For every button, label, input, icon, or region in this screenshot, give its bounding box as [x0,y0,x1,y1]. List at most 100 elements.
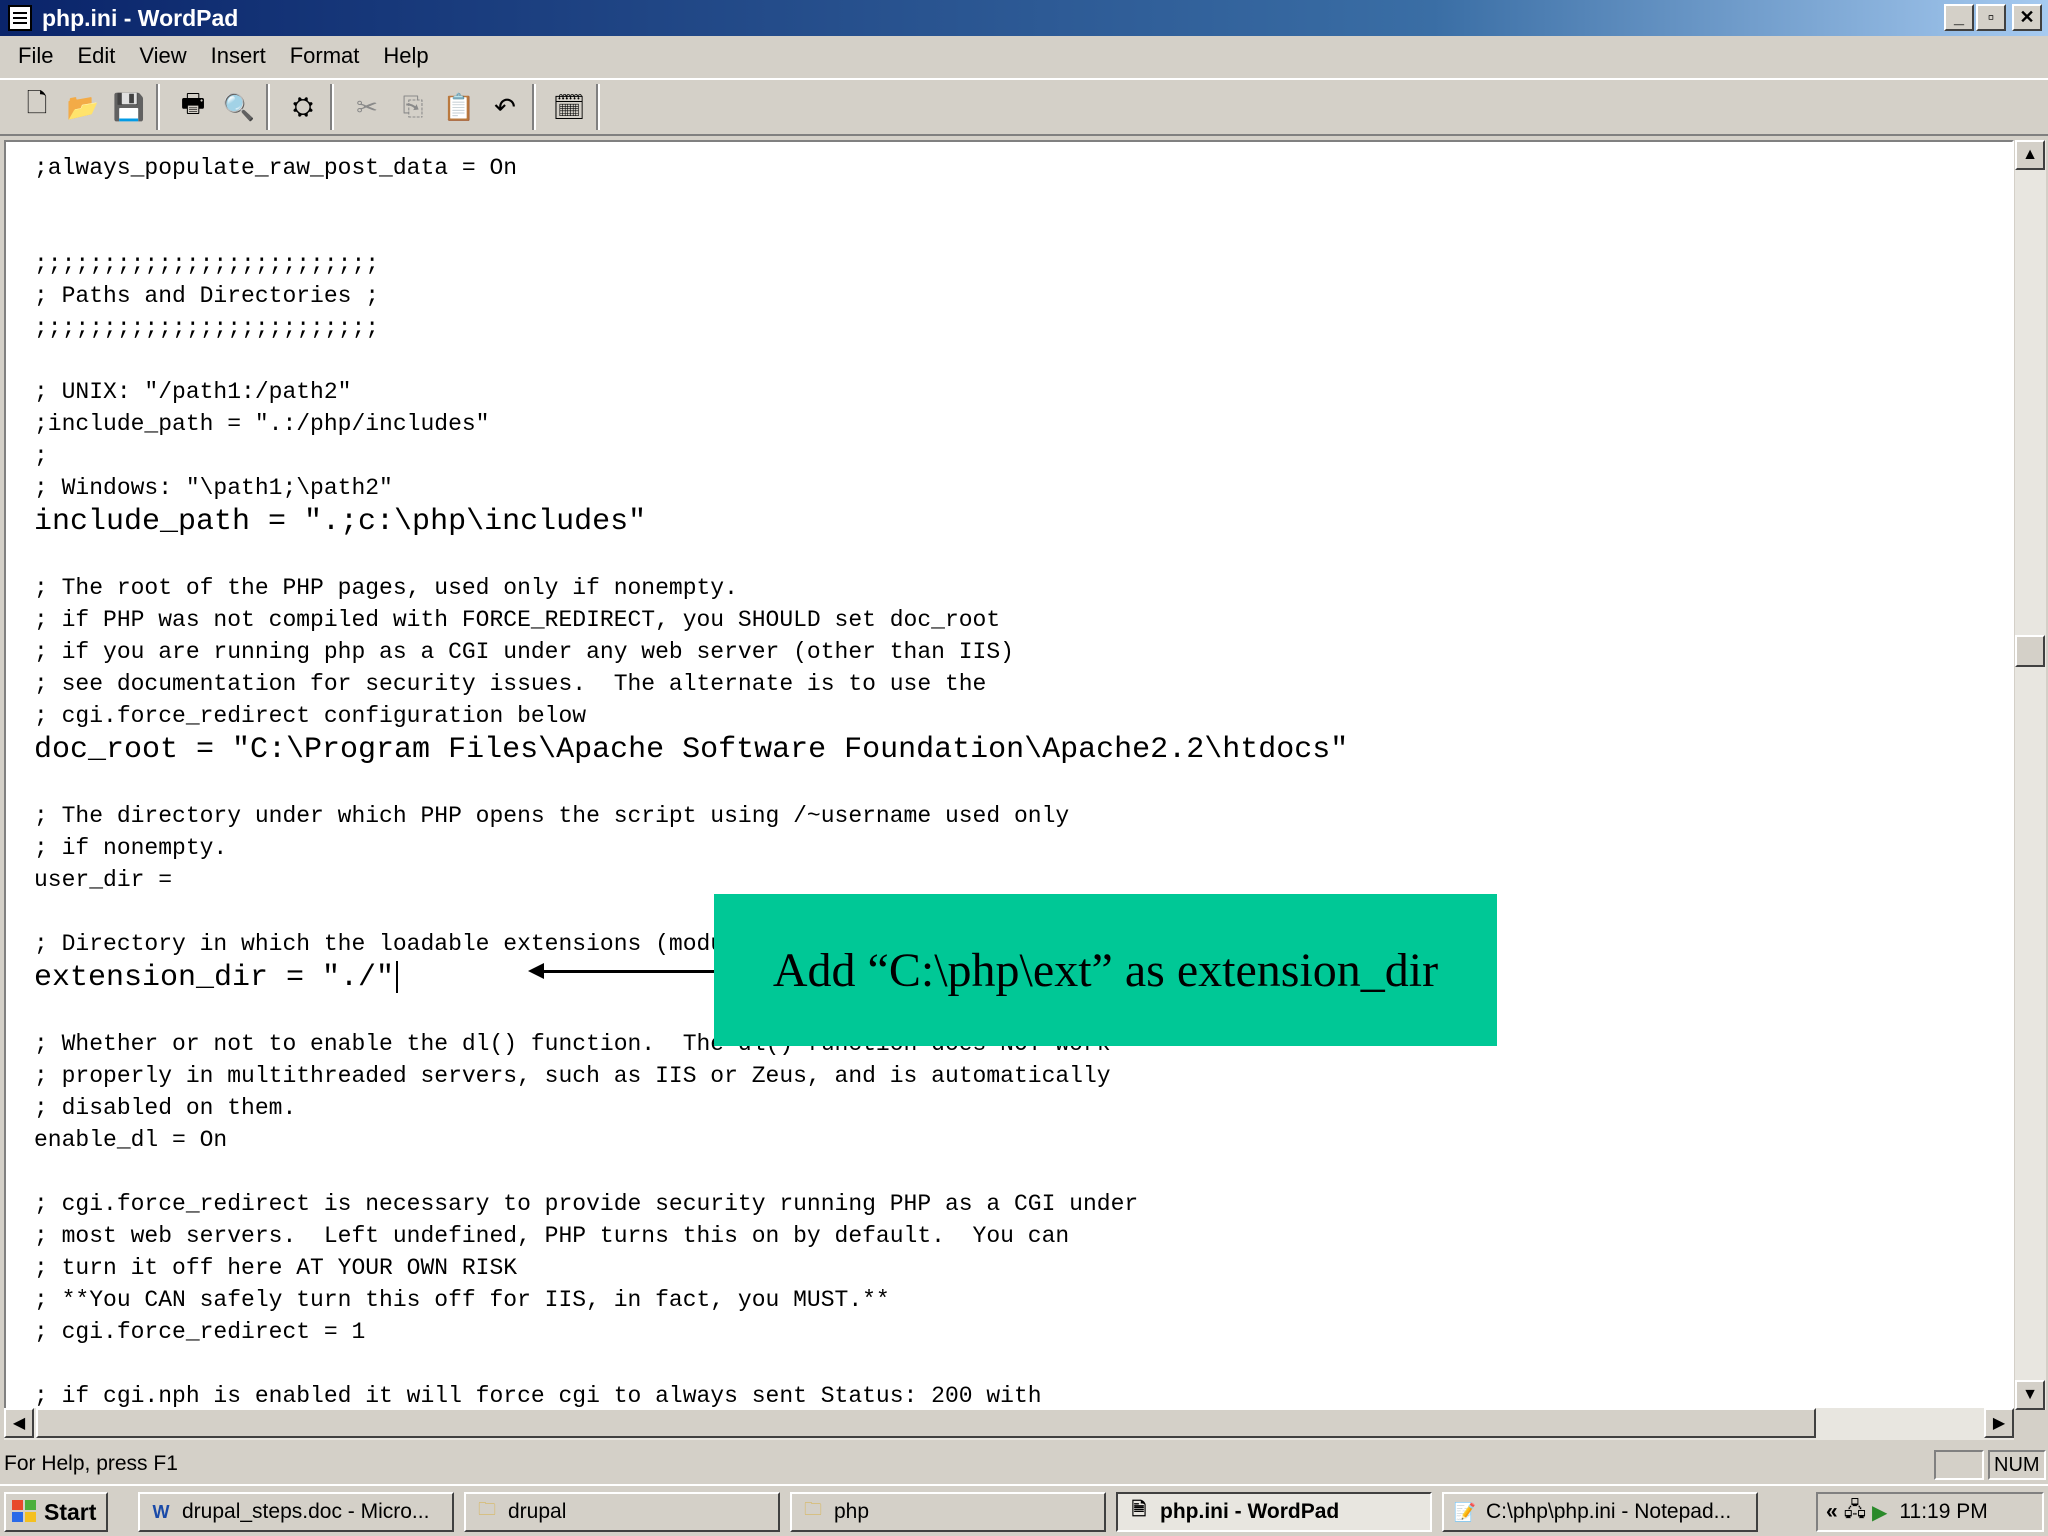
document-area[interactable]: ;always_populate_raw_post_data = On;;;;;… [4,140,2014,1410]
document-line: ; disabled on them. [34,1095,297,1121]
save-icon: 💾 [112,91,146,122]
wordpad-icon [8,5,32,31]
task-notepad[interactable]: 📝 C:\php\php.ini - Notepad... [1442,1492,1758,1532]
horizontal-scrollbar[interactable]: ◀ ▶ [4,1408,2014,1440]
system-tray: « 🖧 ▶ 11:19 PM [1816,1492,2044,1532]
task-wordpad[interactable]: 🗎 php.ini - WordPad [1116,1492,1432,1532]
date-time-icon: 🗓 [552,91,586,122]
arrow-down-icon: ▼ [2022,1386,2038,1403]
find-button[interactable]: ⛭ [280,85,326,129]
media-icon[interactable]: ▶ [1872,1500,1887,1525]
menu-insert[interactable]: Insert [199,41,278,71]
task-php-folder[interactable]: 🗀 php [790,1492,1106,1532]
document-line: ; Paths and Directories ; [34,283,380,309]
text-caret [396,961,399,994]
windows-flag-icon [12,1500,38,1524]
paste-icon: 📋 [442,91,476,122]
clock: 11:19 PM [1899,1500,1988,1523]
scroll-down-button[interactable]: ▼ [2015,1380,2045,1410]
arrow-right-icon: ▶ [1992,1415,2006,1432]
menu-edit[interactable]: Edit [65,41,127,71]
task-label: drupal [508,1500,567,1523]
status-message: For Help, press F1 [4,1452,178,1475]
title-bar[interactable]: php.ini - WordPad _ ▫ ✕ [0,0,2048,36]
document-text[interactable]: ;always_populate_raw_post_data = On;;;;;… [34,152,2004,1408]
document-line: user_dir = [34,867,173,893]
minimize-icon: _ [1953,7,1964,27]
document-line: ; cgi.force_redirect = 1 [34,1319,366,1345]
wordpad-icon: 🗎 [1131,1499,1147,1519]
new-icon: 🗋 [26,88,48,118]
undo-button[interactable]: ↶ [482,85,528,129]
network-icon[interactable]: 🖧 [1844,1495,1866,1529]
scroll-left-button[interactable]: ◀ [4,1408,34,1438]
horizontal-scroll-thumb[interactable] [36,1408,1816,1438]
vertical-scrollbar[interactable]: ▲ ▼ [2014,140,2046,1410]
task-drupal-folder[interactable]: 🗀 drupal [464,1492,780,1532]
document-line: ; The directory under which PHP opens th… [34,803,1070,829]
document-line: ;include_path = ".:/php/includes" [34,411,490,437]
print-preview-icon: 🔍 [222,91,256,122]
new-button[interactable]: 🗋 [14,85,60,129]
paste-button[interactable]: 📋 [436,85,482,129]
start-button[interactable]: Start [4,1492,108,1532]
callout-arrowhead [528,963,544,979]
date-time-button[interactable]: 🗓 [546,85,592,129]
arrow-left-icon: ◀ [12,1415,26,1432]
folder-icon: 🗀 [478,1499,496,1519]
callout-arrow [540,970,716,973]
tray-expand-icon[interactable]: « [1826,1500,1838,1524]
window-title: php.ini - WordPad [42,4,239,31]
callout-text: Add “C:\php\ext” as extension_dir [772,943,1439,997]
document-line: ; turn it off here AT YOUR OWN RISK [34,1255,518,1281]
menu-bar: File Edit View Insert Format Help [0,38,2048,74]
start-label: Start [44,1498,97,1525]
vertical-scroll-thumb[interactable] [2015,635,2045,667]
menu-format[interactable]: Format [278,41,372,71]
menu-file[interactable]: File [6,41,65,71]
document-line: enable_dl = On [34,1127,228,1153]
menu-view[interactable]: View [127,41,198,71]
copy-button[interactable]: ⎘ [390,85,436,129]
document-line: doc_root = "C:\Program Files\Apache Soft… [34,733,1349,767]
num-lock-label: NUM [1994,1453,2040,1476]
taskbar: Start W drupal_steps.doc - Micro... 🗀 dr… [0,1484,2048,1536]
menu-help[interactable]: Help [371,41,440,71]
document-line: include_path = ".;c:\php\includes" [34,505,647,539]
document-line: ;;;;;;;;;;;;;;;;;;;;;;;;; [34,315,380,341]
cut-button[interactable]: ✂ [344,85,390,129]
toolbar: 🗋 📂 💾 🖶 🔍 ⛭ ✂ ⎘ 📋 ↶ 🗓 [0,78,2048,136]
task-label: php.ini - WordPad [1160,1500,1340,1523]
print-icon: 🖶 [180,88,206,118]
document-line: ;always_populate_raw_post_data = On [34,155,518,181]
document-line: ; most web servers. Left undefined, PHP … [34,1223,1070,1249]
status-pane-empty [1934,1450,1984,1480]
callout-box: Add “C:\php\ext” as extension_dir [714,894,1497,1046]
open-icon: 📂 [66,91,100,122]
save-button[interactable]: 💾 [106,85,152,129]
open-button[interactable]: 📂 [60,85,106,129]
document-line: ; Windows: "\path1;\path2" [34,475,393,501]
document-line: ; properly in multithreaded servers, suc… [34,1063,1111,1089]
document-line: ;;;;;;;;;;;;;;;;;;;;;;;;; [34,251,380,277]
restore-button[interactable]: ▫ [1976,4,2006,31]
task-label: drupal_steps.doc - Micro... [182,1500,430,1523]
notepad-icon: 📝 [1453,1501,1477,1522]
print-button[interactable]: 🖶 [170,85,216,129]
document-line: ; if PHP was not compiled with FORCE_RED… [34,607,1001,633]
document-line: ; **You CAN safely turn this off for IIS… [34,1287,890,1313]
print-preview-button[interactable]: 🔍 [216,85,262,129]
close-button[interactable]: ✕ [2012,4,2042,31]
task-drupal-steps-doc[interactable]: W drupal_steps.doc - Micro... [138,1492,454,1532]
document-line: ; UNIX: "/path1:/path2" [34,379,352,405]
document-line: ; cgi.force_redirect configuration below [34,703,587,729]
minimize-button[interactable]: _ [1944,4,1974,31]
scroll-up-button[interactable]: ▲ [2015,140,2045,170]
scroll-right-button[interactable]: ▶ [1984,1408,2014,1438]
